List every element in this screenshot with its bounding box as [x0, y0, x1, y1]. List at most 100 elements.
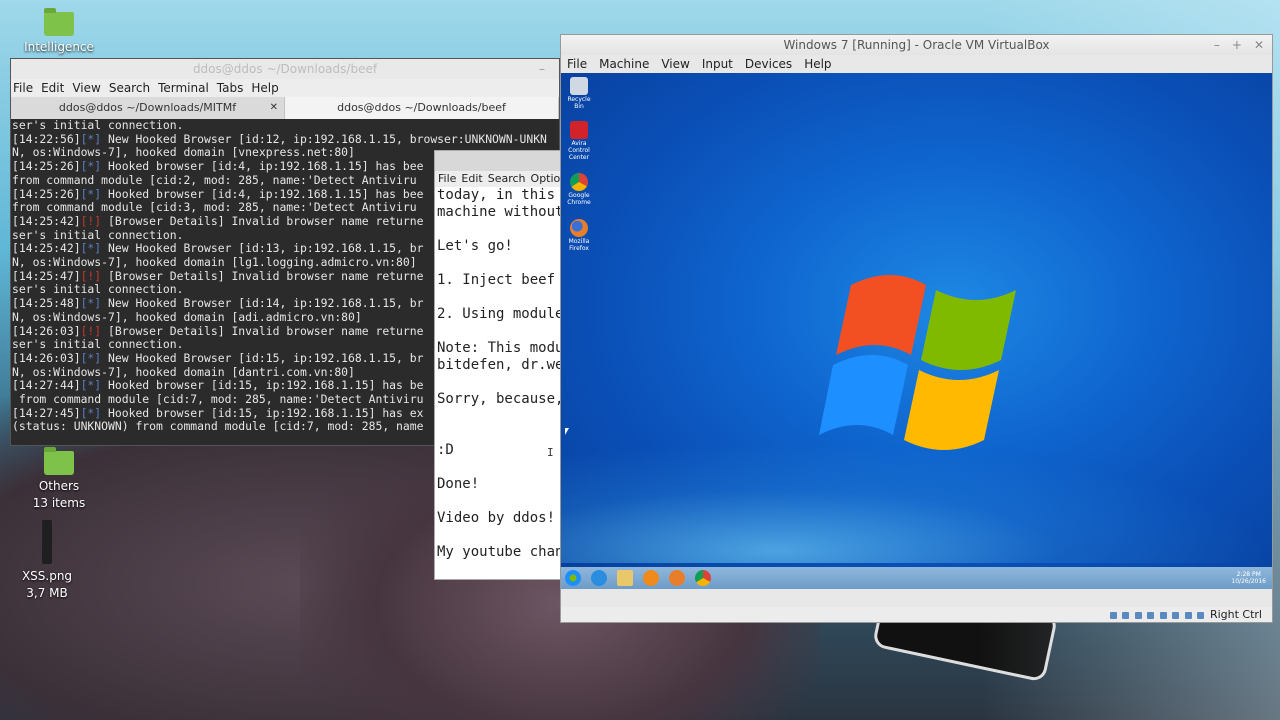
menu-devices[interactable]: Devices: [745, 55, 792, 73]
close-icon[interactable]: ✕: [270, 97, 278, 119]
minimize-icon[interactable]: –: [539, 59, 545, 79]
hdd-status-icon[interactable]: [1109, 611, 1117, 619]
editor-line: 2. Using module: [437, 306, 563, 322]
text-editor-window[interactable]: File Edit Search Options today, in thism…: [434, 150, 564, 580]
desktop-icon-intelligence[interactable]: Intelligence: [9, 8, 109, 56]
editor-menubar: File Edit Search Options: [435, 171, 563, 187]
host-key-label: Right Ctrl: [1209, 608, 1262, 621]
recording-status-icon[interactable]: [1184, 611, 1192, 619]
clock-time: 2:28 PM: [1236, 571, 1261, 578]
display-status-icon[interactable]: [1172, 611, 1180, 619]
clock-date: 10/26/2016: [1231, 578, 1266, 585]
desktop-icon-label: Others: [38, 479, 80, 493]
terminal-title: ddos@ddos ~/Downloads/beef: [192, 62, 378, 76]
menu-help[interactable]: Help: [251, 79, 278, 97]
internet-explorer-icon[interactable]: [591, 570, 607, 586]
terminal-titlebar[interactable]: ddos@ddos ~/Downloads/beef –: [11, 59, 559, 79]
guest-icon-firefox[interactable]: Mozilla Firefox: [565, 219, 593, 252]
editor-line: machine without: [437, 204, 563, 220]
maximize-icon[interactable]: +: [1232, 35, 1242, 55]
editor-titlebar[interactable]: [435, 151, 563, 171]
editor-line: 1. Inject beef: [437, 272, 556, 288]
guest-desktop[interactable]: Recycle Bin Avira Control Center Google …: [561, 73, 1272, 589]
menu-edit[interactable]: Edit: [461, 171, 482, 187]
terminal-tabbar: ddos@ddos ~/Downloads/MITMf ✕ ddos@ddos …: [11, 97, 559, 119]
vbox-statusbar: Right Ctrl: [561, 607, 1272, 622]
menu-tabs[interactable]: Tabs: [217, 79, 244, 97]
guest-icon-label: Google Chrome: [567, 192, 591, 206]
virtualbox-window[interactable]: Windows 7 [Running] - Oracle VM VirtualB…: [560, 34, 1273, 623]
text-cursor-icon: I: [547, 446, 554, 459]
guest-icon-recycle-bin[interactable]: Recycle Bin: [565, 77, 593, 110]
menu-terminal[interactable]: Terminal: [158, 79, 209, 97]
tab-label: ddos@ddos ~/Downloads/beef: [337, 101, 506, 114]
menu-view[interactable]: View: [661, 55, 689, 73]
network-status-icon[interactable]: [1147, 611, 1155, 619]
menu-file[interactable]: File: [438, 171, 456, 187]
guest-icon-chrome[interactable]: Google Chrome: [565, 173, 593, 206]
vbox-title: Windows 7 [Running] - Oracle VM VirtualB…: [783, 38, 1050, 52]
menu-search[interactable]: Search: [109, 79, 150, 97]
image-file-icon: [42, 520, 52, 564]
editor-line: :D: [437, 442, 454, 458]
folder-icon: [44, 8, 74, 36]
editor-line: Sorry, because,: [437, 391, 563, 407]
usb-status-icon[interactable]: [1134, 611, 1142, 619]
mouse-pointer-icon: [565, 428, 569, 435]
editor-line: Note: This modu: [437, 340, 563, 356]
menu-view[interactable]: View: [72, 79, 100, 97]
menu-file[interactable]: File: [567, 55, 587, 73]
menu-help[interactable]: Help: [804, 55, 831, 73]
menu-options[interactable]: Options: [531, 171, 563, 187]
tab-label: ddos@ddos ~/Downloads/MITMf: [58, 101, 237, 114]
terminal-line: [14:22:56][*] New Hooked Browser [id:12,…: [12, 131, 547, 146]
editor-line: Done!: [437, 476, 480, 492]
explorer-folder-icon[interactable]: [617, 570, 633, 586]
folder-icon: [44, 447, 74, 475]
desktop-icon-label: XSS.png: [21, 569, 73, 583]
editor-text-area[interactable]: today, in this machine without Let's go! …: [435, 187, 563, 577]
editor-line: bitdefen, dr.we: [437, 357, 563, 373]
guest-icon-avira[interactable]: Avira Control Center: [565, 121, 593, 161]
tab-mitmf[interactable]: ddos@ddos ~/Downloads/MITMf ✕: [11, 97, 285, 119]
guest-clock[interactable]: 2:28 PM 10/26/2016: [1231, 571, 1266, 585]
firefox-taskbar-icon[interactable]: [669, 570, 685, 586]
guest-taskbar: 2:28 PM 10/26/2016: [561, 567, 1272, 589]
media-player-icon[interactable]: [643, 570, 659, 586]
terminal-line: ser's initial connection.: [12, 119, 184, 132]
chrome-taskbar-icon[interactable]: [695, 570, 711, 586]
recycle-bin-icon: [570, 77, 588, 95]
menu-machine[interactable]: Machine: [599, 55, 649, 73]
start-button-icon[interactable]: [565, 570, 581, 586]
menu-input[interactable]: Input: [702, 55, 733, 73]
shared-folder-status-icon[interactable]: [1159, 611, 1167, 619]
desktop-icon-others[interactable]: Others 13 items: [9, 447, 109, 512]
mouse-status-icon[interactable]: [1197, 611, 1205, 619]
guest-icon-label: Mozilla Firefox: [568, 238, 590, 252]
guest-icon-label: Recycle Bin: [567, 96, 591, 110]
close-icon[interactable]: ✕: [1254, 35, 1264, 55]
menu-search[interactable]: Search: [488, 171, 526, 187]
desktop-icon-xss-png[interactable]: XSS.png 3,7 MB: [0, 520, 97, 602]
editor-line: Video by ddos!: [437, 510, 556, 526]
menu-file[interactable]: File: [13, 79, 33, 97]
desktop-icon-label: Intelligence: [24, 40, 94, 54]
tab-beef[interactable]: ddos@ddos ~/Downloads/beef: [285, 97, 559, 119]
desktop-icon-sublabel: 13 items: [32, 496, 86, 510]
minimize-icon[interactable]: –: [1214, 35, 1220, 55]
vbox-titlebar[interactable]: Windows 7 [Running] - Oracle VM VirtualB…: [561, 35, 1272, 55]
editor-line: today, in this: [437, 187, 556, 203]
vbox-menubar: File Machine View Input Devices Help: [561, 55, 1272, 73]
optical-status-icon[interactable]: [1122, 611, 1130, 619]
menu-edit[interactable]: Edit: [41, 79, 64, 97]
editor-line: My youtube chan: [437, 544, 563, 560]
